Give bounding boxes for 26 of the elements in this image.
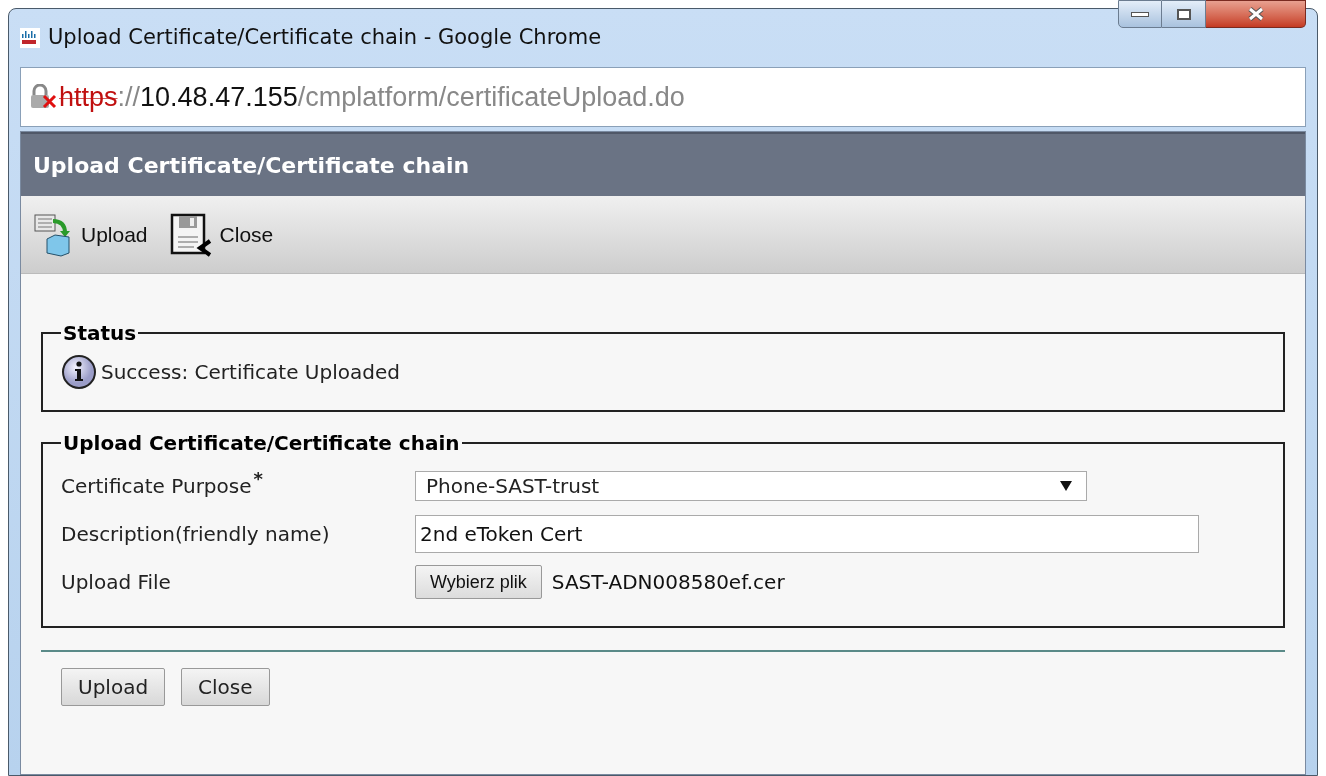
status-message: Success: Certificate Uploaded <box>101 359 400 386</box>
document-upload-icon <box>33 212 73 257</box>
page-title: Upload Certificate/Certificate chain <box>33 151 470 180</box>
close-window-button[interactable] <box>1206 0 1306 28</box>
field-label: Certificate Purpose <box>61 473 252 500</box>
description-field[interactable]: 2nd eToken Cert <box>415 515 1199 553</box>
close-button[interactable]: Close <box>181 668 270 706</box>
field-label: Upload File <box>61 569 171 596</box>
file-name: SAST-ADN008580ef.cer <box>551 569 785 596</box>
close-toolbar-button[interactable]: Close <box>169 212 274 257</box>
status-legend: Status <box>61 318 139 348</box>
window-title: Upload Certificate/Certificate chain - Google Chrome <box>48 24 602 52</box>
upload-toolbar-button[interactable]: Upload <box>33 212 148 257</box>
close-icon <box>1246 7 1265 21</box>
cisco-logo-icon <box>20 28 40 48</box>
field-label: Description(friendly name) <box>61 521 330 548</box>
dropdown-arrow-icon <box>1060 481 1072 491</box>
certificate-purpose-dropdown[interactable]: Phone-SAST-trust <box>415 471 1087 501</box>
info-icon <box>61 354 97 390</box>
maximize-button[interactable] <box>1162 0 1206 28</box>
minimize-button[interactable] <box>1118 0 1162 28</box>
upload-button[interactable]: Upload <box>61 668 166 706</box>
upload-legend: Upload Certificate/Certificate chain <box>61 428 462 458</box>
required-mark: * <box>253 467 263 491</box>
floppy-disk-icon <box>169 212 212 257</box>
choose-file-button[interactable]: Wybierz plik <box>415 565 542 599</box>
